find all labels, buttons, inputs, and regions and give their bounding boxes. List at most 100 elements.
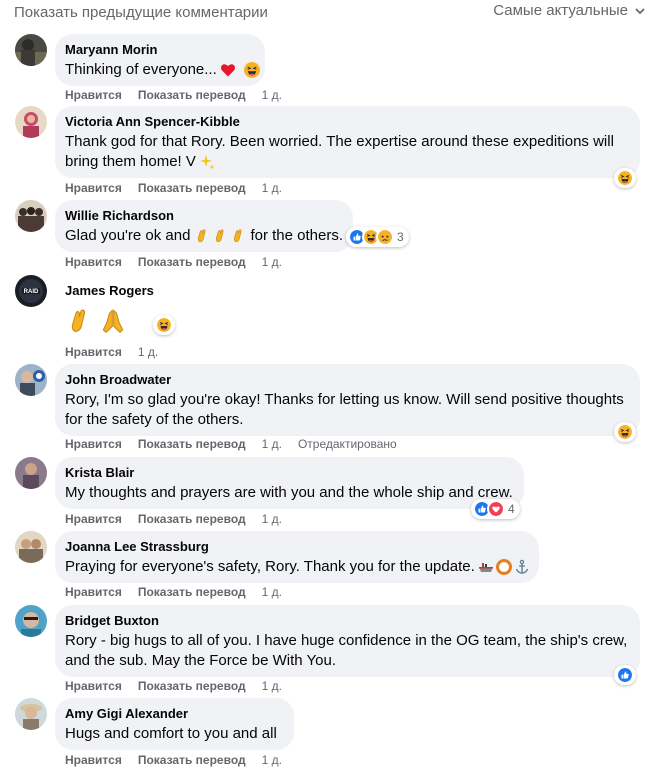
comment-reactions[interactable]: 3 — [346, 227, 409, 247]
comment-author[interactable]: Krista Blair — [65, 465, 512, 481]
sparkles-icon — [199, 154, 215, 170]
comment-author[interactable]: Amy Gigi Alexander — [65, 706, 282, 722]
avatar[interactable] — [15, 200, 47, 232]
comment-actions: Нравится 1 д. — [65, 345, 174, 359]
show-translation-link[interactable]: Показать перевод — [138, 585, 246, 599]
comment-timestamp[interactable]: 1 д. — [262, 753, 282, 767]
avatar[interactable] — [15, 531, 47, 563]
like-link[interactable]: Нравится — [65, 753, 122, 767]
show-translation-link[interactable]: Показать перевод — [138, 181, 246, 195]
comment-reactions[interactable] — [614, 422, 636, 442]
like-link[interactable]: Нравится — [65, 679, 122, 693]
comment-author[interactable]: Willie Richardson — [65, 208, 341, 224]
red-heart-icon — [220, 62, 236, 78]
show-translation-link[interactable]: Показать перевод — [138, 88, 246, 102]
comment-timestamp[interactable]: 1 д. — [138, 345, 158, 359]
comment-bubble: Maryann Morin Thinking of everyone... — [55, 34, 265, 86]
comment-reactions[interactable] — [614, 168, 636, 188]
avatar[interactable] — [15, 457, 47, 489]
comment-timestamp[interactable]: 1 д. — [262, 88, 282, 102]
avatar[interactable]: RAID — [15, 275, 47, 307]
avatar[interactable] — [15, 106, 47, 138]
avatar[interactable] — [15, 605, 47, 637]
haha-reaction-icon — [155, 316, 173, 334]
comment-timestamp[interactable]: 1 д. — [262, 512, 282, 526]
comment-bubble: Krista Blair My thoughts and prayers are… — [55, 457, 524, 509]
sort-label: Самые актуальные — [493, 2, 628, 19]
anchor-icon — [514, 559, 530, 575]
haha-reaction-icon — [616, 423, 634, 441]
comment-bubble: Amy Gigi Alexander Hugs and comfort to y… — [55, 698, 294, 750]
edited-label: Отредактировано — [297, 437, 397, 451]
like-reaction-icon — [616, 666, 634, 684]
crossed-fingers-icon — [212, 228, 228, 244]
show-translation-link[interactable]: Показать перевод — [138, 255, 246, 269]
comment-author[interactable]: James Rogers — [65, 283, 193, 299]
comment-text: Hugs and comfort to you and all — [65, 725, 277, 742]
avatar[interactable] — [15, 698, 47, 730]
comment-bubble: James Rogers — [55, 275, 205, 337]
crossed-fingers-icon — [65, 307, 93, 335]
comment-reactions[interactable]: 4 — [471, 499, 520, 519]
comment-text: Thinking of everyone... — [65, 60, 253, 80]
comment-timestamp[interactable]: 1 д. — [262, 437, 282, 451]
comment-timestamp[interactable]: 1 д. — [262, 585, 282, 599]
show-previous-comments-link[interactable]: Показать предыдущие комментарии — [14, 4, 268, 21]
like-link[interactable]: Нравится — [65, 437, 122, 451]
comment-timestamp[interactable]: 1 д. — [262, 181, 282, 195]
comment-text: Rory, I'm so glad you're okay! Thanks fo… — [65, 391, 624, 428]
comment-author[interactable]: Joanna Lee Strassburg — [65, 539, 527, 555]
comment-actions: Нравится Показать перевод 1 д. Отредакти… — [65, 437, 397, 451]
like-link[interactable]: Нравится — [65, 512, 122, 526]
comment-bubble: Willie Richardson Glad you're ok and for … — [55, 200, 353, 252]
love-reaction-icon — [487, 500, 505, 518]
show-translation-link[interactable]: Показать перевод — [138, 512, 246, 526]
chevron-down-icon — [635, 7, 645, 14]
show-translation-link[interactable]: Показать перевод — [138, 753, 246, 767]
crossed-fingers-icon — [194, 228, 210, 244]
comment-actions: Нравится Показать перевод 1 д. — [65, 512, 298, 526]
comment-timestamp[interactable]: 1 д. — [262, 679, 282, 693]
ship-icon — [478, 559, 494, 575]
reaction-count: 3 — [397, 230, 404, 244]
comment-text: Rory - big hugs to all of you. I have hu… — [65, 632, 628, 669]
comment-author[interactable]: John Broadwater — [65, 372, 628, 388]
sort-dropdown[interactable]: Самые актуальные — [493, 2, 646, 19]
haha-emoji-icon — [244, 62, 260, 78]
comment-author[interactable]: Victoria Ann Spencer-Kibble — [65, 114, 628, 130]
sad-reaction-icon — [376, 228, 394, 246]
like-link[interactable]: Нравится — [65, 585, 122, 599]
comment-actions: Нравится Показать перевод 1 д. — [65, 753, 298, 767]
comment-reactions[interactable] — [153, 315, 175, 335]
avatar[interactable] — [15, 34, 47, 66]
comment-text: Thank god for that Rory. Been worried. T… — [65, 133, 614, 170]
comment-bubble: Bridget Buxton Rory - big hugs to all of… — [55, 605, 640, 677]
comment-author[interactable]: Maryann Morin — [65, 42, 253, 58]
svg-text:RAID: RAID — [24, 289, 39, 295]
ring-buoy-icon — [496, 559, 512, 575]
like-link[interactable]: Нравится — [65, 345, 122, 359]
comment-text: Praying for everyone's safety, Rory. Tha… — [65, 557, 527, 577]
comment-author[interactable]: Bridget Buxton — [65, 613, 628, 629]
like-link[interactable]: Нравится — [65, 88, 122, 102]
comment-bubble: John Broadwater Rory, I'm so glad you're… — [55, 364, 640, 436]
show-translation-link[interactable]: Показать перевод — [138, 679, 246, 693]
comment-text: Glad you're ok and for the others. — [65, 227, 344, 244]
folded-hands-icon — [99, 307, 127, 335]
crossed-fingers-icon — [230, 228, 246, 244]
comment-actions: Нравится Показать перевод 1 д. — [65, 255, 298, 269]
comments-header: Показать предыдущие комментарии Самые ак… — [0, 0, 664, 26]
reaction-count: 4 — [508, 502, 515, 516]
comment-timestamp[interactable]: 1 д. — [262, 255, 282, 269]
comment-reactions[interactable] — [614, 665, 636, 685]
show-translation-link[interactable]: Показать перевод — [138, 437, 246, 451]
comment-actions: Нравится Показать перевод 1 д. — [65, 181, 298, 195]
comment-bubble: Victoria Ann Spencer-Kibble Thank god fo… — [55, 106, 640, 178]
comment-actions: Нравится Показать перевод 1 д. — [65, 679, 298, 693]
haha-reaction-icon — [616, 169, 634, 187]
like-link[interactable]: Нравится — [65, 255, 122, 269]
comment-actions: Нравится Показать перевод 1 д. — [65, 585, 298, 599]
comment-text: My thoughts and prayers are with you and… — [65, 484, 513, 501]
like-link[interactable]: Нравится — [65, 181, 122, 195]
avatar[interactable] — [15, 364, 47, 396]
